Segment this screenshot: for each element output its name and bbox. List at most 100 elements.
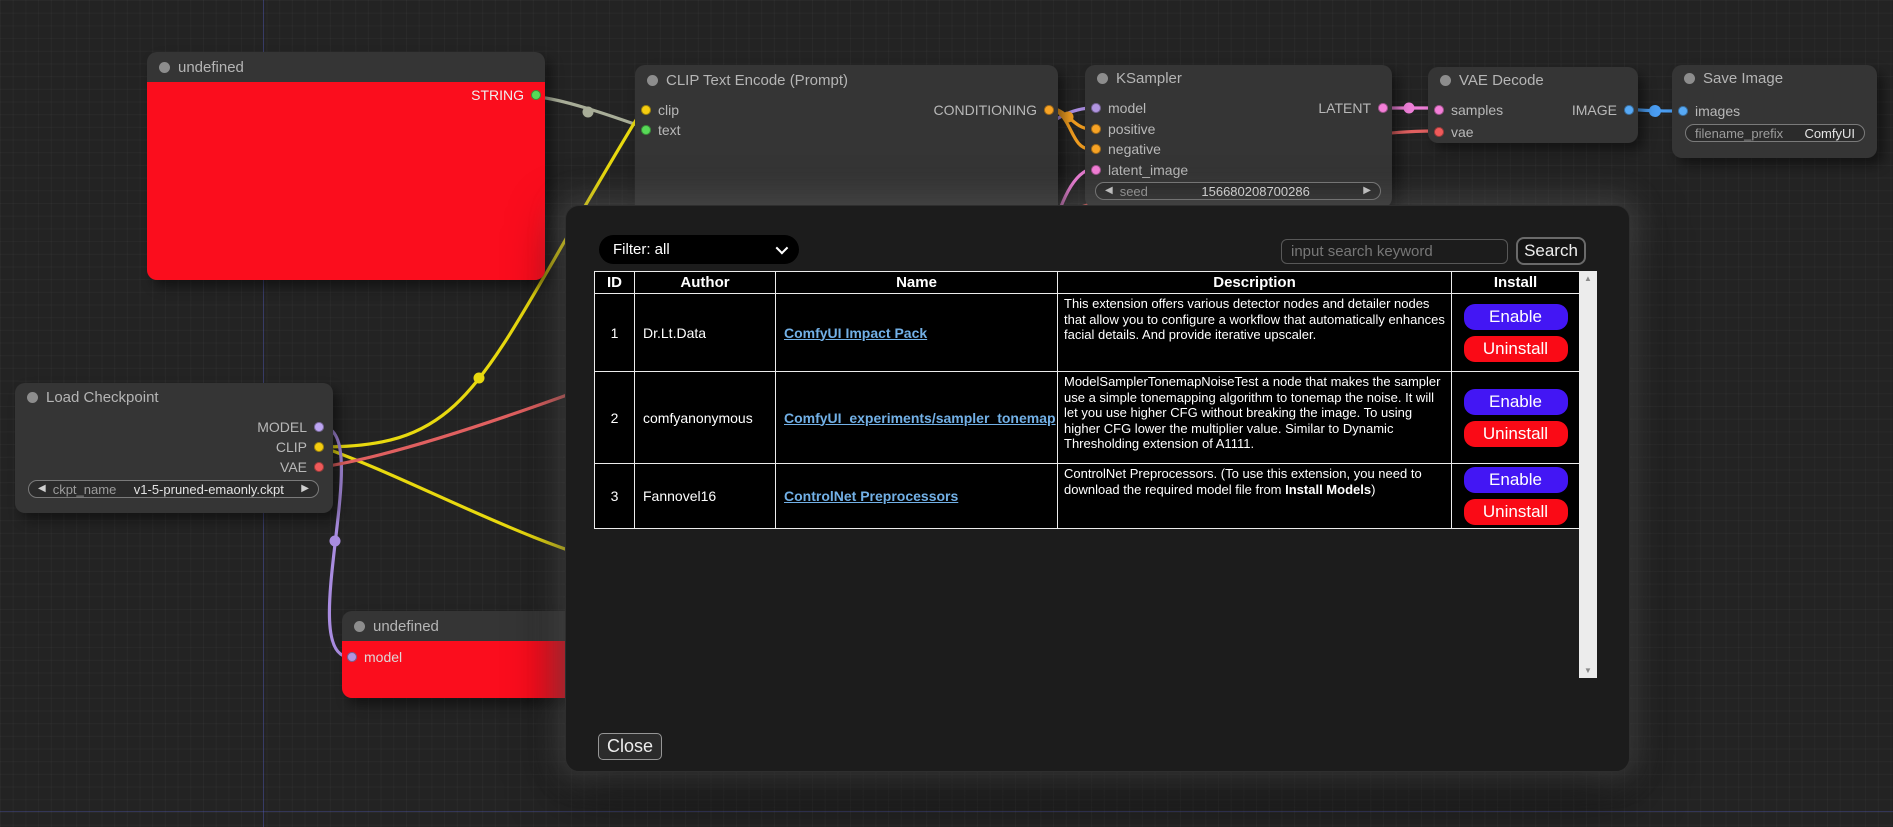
seed-widget-value: 156680208700286 (1201, 184, 1309, 199)
enable-button[interactable]: Enable (1464, 467, 1568, 493)
cell-id: 1 (595, 294, 635, 372)
node-header[interactable]: CLIP Text Encode (Prompt) (635, 65, 1058, 95)
node-collapse-icon[interactable] (354, 621, 365, 632)
input-port-latent-image[interactable] (1091, 165, 1101, 175)
header-id: ID (595, 272, 635, 294)
node-collapse-icon[interactable] (159, 62, 170, 73)
extension-link[interactable]: ComfyUI Impact Pack (784, 325, 927, 341)
output-port-model[interactable] (314, 422, 324, 432)
extension-link[interactable]: ControlNet Preprocessors (784, 488, 958, 504)
search-button[interactable]: Search (1516, 237, 1586, 265)
input-port-model[interactable] (347, 652, 357, 662)
cell-description: ControlNet Preprocessors. (To use this e… (1058, 464, 1452, 529)
output-label-vae: VAE (280, 459, 307, 475)
filename-prefix-widget[interactable]: filename_prefix ComfyUI (1685, 124, 1865, 142)
output-label-latent: LATENT (1318, 100, 1371, 116)
node-vae-decode[interactable]: VAE Decode IMAGE samples vae (1428, 67, 1638, 143)
header-install: Install (1452, 272, 1580, 294)
seed-widget[interactable]: ◀ seed 156680208700286 ▶ (1095, 182, 1381, 200)
node-undefined-bottom[interactable]: undefined model (342, 611, 592, 698)
cell-author: Dr.Lt.Data (635, 294, 776, 372)
node-header[interactable]: Load Checkpoint (15, 383, 333, 412)
node-collapse-icon[interactable] (1684, 73, 1695, 84)
increment-icon[interactable]: ▶ (301, 484, 309, 494)
node-collapse-icon[interactable] (27, 392, 38, 403)
filter-select[interactable]: Filter: all (599, 235, 799, 264)
node-header[interactable]: Save Image (1672, 65, 1877, 92)
enable-button[interactable]: Enable (1464, 389, 1568, 415)
node-title: undefined (373, 618, 439, 635)
input-port-negative[interactable] (1091, 144, 1101, 154)
ckpt-name-value: v1-5-pruned-emaonly.ckpt (134, 482, 284, 497)
search-input[interactable] (1281, 239, 1508, 264)
node-save-image[interactable]: Save Image images filename_prefix ComfyU… (1672, 65, 1877, 158)
cell-id: 3 (595, 464, 635, 529)
cell-author: comfyanonymous (635, 372, 776, 464)
output-port-vae[interactable] (314, 462, 324, 472)
node-header[interactable]: undefined (342, 611, 592, 641)
node-title: Load Checkpoint (46, 389, 159, 406)
node-header[interactable]: VAE Decode (1428, 67, 1638, 93)
node-ksampler[interactable]: KSampler LATENT model positive negative … (1085, 65, 1392, 208)
input-port-vae[interactable] (1434, 127, 1444, 137)
input-label-text: text (658, 122, 681, 138)
filename-prefix-value: ComfyUI (1804, 126, 1855, 141)
node-load-checkpoint[interactable]: Load Checkpoint MODEL CLIP VAE ◀ ckpt_na… (15, 383, 333, 513)
uninstall-button[interactable]: Uninstall (1464, 336, 1568, 362)
enable-button[interactable]: Enable (1464, 304, 1568, 330)
scroll-down-icon[interactable]: ▼ (1584, 666, 1592, 675)
table-row: 1 Dr.Lt.Data ComfyUI Impact Pack This ex… (595, 294, 1580, 372)
header-description: Description (1058, 272, 1452, 294)
node-title: CLIP Text Encode (Prompt) (666, 72, 848, 89)
input-label-positive: positive (1108, 121, 1155, 137)
increment-icon[interactable]: ▶ (1363, 186, 1371, 196)
node-header[interactable]: KSampler (1085, 65, 1392, 92)
ckpt-name-label: ckpt_name (53, 482, 117, 497)
output-port-string[interactable] (531, 90, 541, 100)
node-title: VAE Decode (1459, 72, 1544, 89)
node-collapse-icon[interactable] (1440, 75, 1451, 86)
uninstall-button[interactable]: Uninstall (1464, 499, 1568, 525)
output-port-image[interactable] (1624, 105, 1634, 115)
node-title: undefined (178, 59, 244, 76)
output-port-clip[interactable] (314, 442, 324, 452)
cell-id: 2 (595, 372, 635, 464)
seed-widget-label: seed (1120, 184, 1148, 199)
input-port-positive[interactable] (1091, 124, 1101, 134)
table-scrollbar[interactable]: ▲ ▼ (1579, 271, 1597, 678)
node-collapse-icon[interactable] (647, 75, 658, 86)
input-port-text[interactable] (641, 125, 651, 135)
input-label-model: model (364, 649, 402, 665)
node-undefined-top[interactable]: undefined STRING (147, 52, 545, 280)
custom-nodes-manager-dialog: Filter: all Search ID Author Name Descri… (565, 205, 1630, 772)
input-label-images: images (1695, 103, 1740, 119)
input-label-negative: negative (1108, 141, 1161, 157)
extension-link[interactable]: ComfyUI_experiments/sampler_tonemap (784, 410, 1056, 426)
table-header-row: ID Author Name Description Install (595, 272, 1580, 294)
filename-prefix-label: filename_prefix (1695, 126, 1783, 141)
header-name: Name (776, 272, 1058, 294)
node-header[interactable]: undefined (147, 52, 545, 82)
input-port-images[interactable] (1678, 106, 1688, 116)
node-title: Save Image (1703, 70, 1783, 87)
table-row: 2 comfyanonymous ComfyUI_experiments/sam… (595, 372, 1580, 464)
output-port-latent[interactable] (1378, 103, 1388, 113)
output-port-conditioning[interactable] (1044, 105, 1054, 115)
input-label-vae: vae (1451, 124, 1474, 140)
table-row: 3 Fannovel16 ControlNet Preprocessors Co… (595, 464, 1580, 529)
filter-select-label: Filter: all (613, 241, 670, 258)
uninstall-button[interactable]: Uninstall (1464, 421, 1568, 447)
close-button[interactable]: Close (598, 733, 662, 760)
decrement-icon[interactable]: ◀ (38, 484, 46, 494)
cell-description: This extension offers various detector n… (1058, 294, 1452, 372)
decrement-icon[interactable]: ◀ (1105, 186, 1113, 196)
output-label-string: STRING (471, 87, 524, 103)
ckpt-name-widget[interactable]: ◀ ckpt_name v1-5-pruned-emaonly.ckpt ▶ (28, 480, 319, 498)
output-label-conditioning: CONDITIONING (934, 102, 1037, 118)
output-label-clip: CLIP (276, 439, 307, 455)
node-collapse-icon[interactable] (1097, 73, 1108, 84)
input-label-latent-image: latent_image (1108, 162, 1188, 178)
output-label-image: IMAGE (1572, 102, 1617, 118)
cell-description: ModelSamplerTonemapNoiseTest a node that… (1058, 372, 1452, 464)
scroll-up-icon[interactable]: ▲ (1584, 274, 1592, 283)
